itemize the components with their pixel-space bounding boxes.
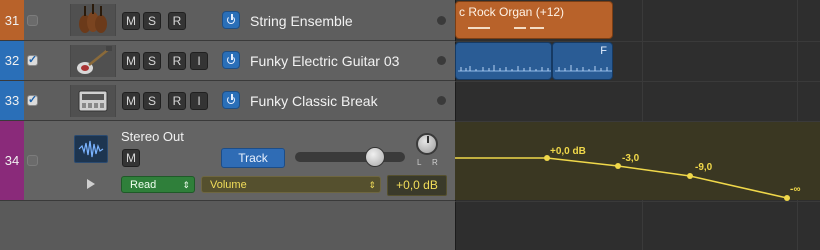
solo-button[interactable]: S — [143, 52, 161, 70]
automation-node[interactable] — [615, 163, 621, 169]
automation-node[interactable] — [784, 195, 790, 201]
track-row-32[interactable]: 32 M S R I Funky Electric Guitar 03 — [0, 41, 455, 81]
record-enable-button[interactable]: R — [168, 12, 186, 30]
chevron-updown-icon: ⇕ — [368, 180, 376, 190]
track-dot — [437, 56, 446, 65]
pan-left-label: L — [417, 158, 422, 167]
volume-slider-thumb[interactable] — [365, 147, 385, 167]
automation-mode-select[interactable]: Read ⇕ — [121, 176, 195, 193]
track-number: 34 — [0, 121, 24, 200]
automation-node[interactable] — [687, 173, 693, 179]
track-name[interactable]: String Ensemble — [250, 13, 353, 29]
input-monitor-button[interactable]: I — [190, 52, 208, 70]
track-row-33[interactable]: 33 M S R I Funky Classic Break — [0, 81, 455, 121]
electric-guitar-icon — [70, 45, 116, 77]
pan-right-label: R — [432, 158, 438, 167]
record-enable-button[interactable]: R — [168, 92, 186, 110]
track-row-34[interactable]: 34 Stereo Out M Track Read ⇕ Volume ⇕ +0… — [0, 121, 455, 201]
track-number: 31 — [0, 0, 24, 40]
automation-parameter-select[interactable]: Volume ⇕ — [201, 176, 381, 193]
volume-slider[interactable] — [295, 152, 405, 162]
mute-button[interactable]: M — [122, 149, 140, 167]
pan-knob[interactable] — [416, 133, 438, 155]
track-dot — [437, 16, 446, 25]
track-name[interactable]: Funky Classic Break — [250, 93, 378, 109]
track-automation-button[interactable]: Track — [221, 148, 285, 168]
track-dot — [437, 96, 446, 105]
automation-node-label: +0,0 dB — [550, 146, 586, 157]
track-checkbox[interactable] — [27, 15, 38, 26]
solo-button[interactable]: S — [143, 12, 161, 30]
track-row-31[interactable]: 31 M S R String Ensemble — [0, 0, 455, 41]
solo-button[interactable]: S — [143, 92, 161, 110]
mute-button[interactable]: M — [122, 92, 140, 110]
automation-value-field[interactable]: +0,0 dB — [387, 175, 447, 196]
waveform-icon — [74, 135, 108, 163]
track-checkbox[interactable] — [27, 93, 38, 106]
track-name[interactable]: Funky Electric Guitar 03 — [250, 53, 399, 69]
violin-icon — [70, 4, 116, 36]
drum-machine-icon — [70, 85, 116, 117]
power-icon[interactable] — [222, 91, 240, 109]
automation-node-label: -∞ — [790, 184, 800, 195]
automation-parameter-value: Volume — [210, 179, 247, 191]
play-icon[interactable] — [87, 179, 95, 189]
automation-node-label: -9,0 — [695, 162, 713, 173]
automation-curve[interactable]: +0,0 dB -3,0 -9,0 -∞ — [455, 0, 820, 250]
power-icon[interactable] — [222, 51, 240, 69]
track-headers: 31 M S R String Ensemble 32 ✓ M S R I Fu… — [0, 0, 455, 250]
mute-button[interactable]: M — [122, 52, 140, 70]
record-enable-button[interactable]: R — [168, 52, 186, 70]
power-icon[interactable] — [222, 11, 240, 29]
input-monitor-button[interactable]: I — [190, 92, 208, 110]
track-number: 32 — [0, 41, 24, 80]
automation-mode-value: Read — [130, 179, 157, 191]
track-checkbox[interactable] — [27, 53, 38, 66]
chevron-updown-icon: ⇕ — [182, 180, 190, 190]
stereo-out-name[interactable]: Stereo Out — [121, 129, 184, 144]
track-number: 33 — [0, 81, 24, 120]
mute-button[interactable]: M — [122, 12, 140, 30]
track-checkbox[interactable] — [27, 155, 38, 166]
automation-node-label: -3,0 — [622, 153, 640, 164]
tracks-area[interactable]: c Rock Organ (+12) F +0,0 dB -3,0 -9,0 -… — [455, 0, 820, 250]
